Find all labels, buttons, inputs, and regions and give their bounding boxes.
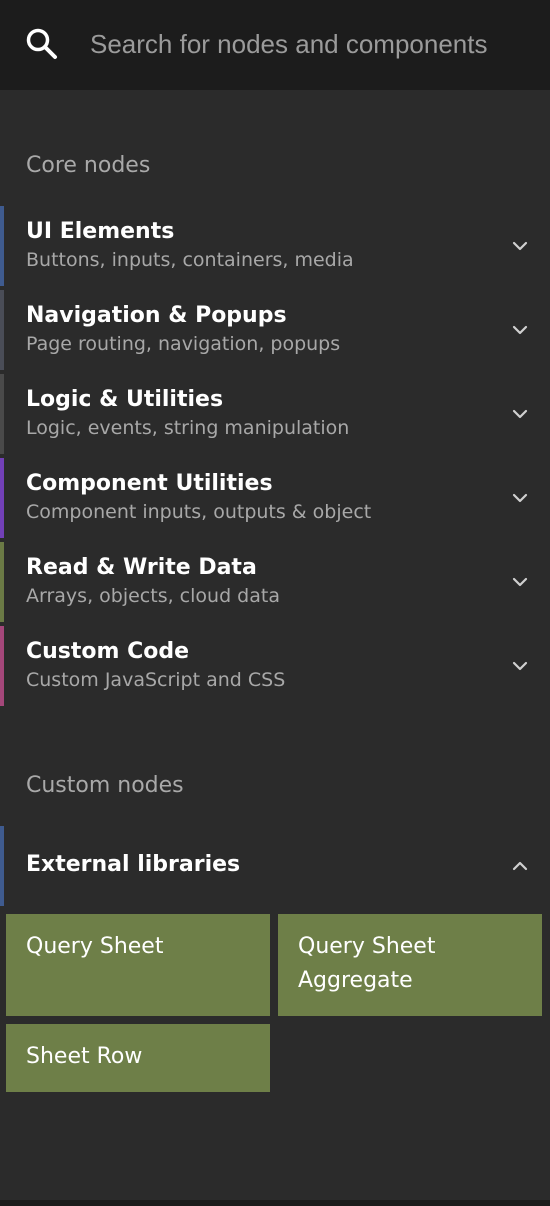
category-accent-bar xyxy=(0,542,4,622)
category-subtitle: Arrays, objects, cloud data xyxy=(26,585,280,607)
category-subtitle: Component inputs, outputs & object xyxy=(26,501,372,523)
chevron-down-icon[interactable] xyxy=(510,404,530,424)
chevron-up-icon[interactable] xyxy=(510,856,530,876)
category-component-utilities[interactable]: Component Utilities Component inputs, ou… xyxy=(0,458,550,538)
core-nodes-heading: Core nodes xyxy=(26,153,151,178)
chevron-down-icon[interactable] xyxy=(510,572,530,592)
category-title: Logic & Utilities xyxy=(26,387,224,412)
category-title: Read & Write Data xyxy=(26,555,257,580)
category-accent-bar xyxy=(0,626,4,706)
category-subtitle: Custom JavaScript and CSS xyxy=(26,669,286,691)
category-title: External libraries xyxy=(26,852,241,877)
category-custom-code[interactable]: Custom Code Custom JavaScript and CSS xyxy=(0,626,550,706)
category-subtitle: Page routing, navigation, popups xyxy=(26,333,341,355)
category-external-libraries[interactable]: External libraries xyxy=(0,826,550,906)
category-subtitle: Logic, events, string manipulation xyxy=(26,417,350,439)
category-title: Custom Code xyxy=(26,639,190,664)
category-accent-bar xyxy=(0,206,4,286)
chevron-down-icon[interactable] xyxy=(510,320,530,340)
node-tile-query-sheet-aggregate[interactable]: Query Sheet Aggregate xyxy=(278,914,542,1016)
chevron-down-icon[interactable] xyxy=(510,656,530,676)
category-accent-bar xyxy=(0,458,4,538)
category-read-write-data[interactable]: Read & Write Data Arrays, objects, cloud… xyxy=(0,542,550,622)
category-accent-bar xyxy=(0,826,4,906)
node-picker-panel: Core nodes UI Elements Buttons, inputs, … xyxy=(0,0,550,1200)
category-accent-bar xyxy=(0,374,4,454)
category-subtitle: Buttons, inputs, containers, media xyxy=(26,249,354,271)
search-icon[interactable] xyxy=(24,26,60,62)
category-title: UI Elements xyxy=(26,219,175,244)
node-tile-query-sheet[interactable]: Query Sheet xyxy=(6,914,270,1016)
chevron-down-icon[interactable] xyxy=(510,488,530,508)
category-title: Navigation & Popups xyxy=(26,303,287,328)
category-ui-elements[interactable]: UI Elements Buttons, inputs, containers,… xyxy=(0,206,550,286)
search-input[interactable] xyxy=(90,22,530,66)
category-accent-bar xyxy=(0,290,4,370)
custom-nodes-heading: Custom nodes xyxy=(26,773,184,798)
category-logic-utilities[interactable]: Logic & Utilities Logic, events, string … xyxy=(0,374,550,454)
node-tile-sheet-row[interactable]: Sheet Row xyxy=(6,1024,270,1092)
category-navigation-popups[interactable]: Navigation & Popups Page routing, naviga… xyxy=(0,290,550,370)
chevron-down-icon[interactable] xyxy=(510,236,530,256)
category-title: Component Utilities xyxy=(26,471,273,496)
search-bar xyxy=(0,0,550,90)
